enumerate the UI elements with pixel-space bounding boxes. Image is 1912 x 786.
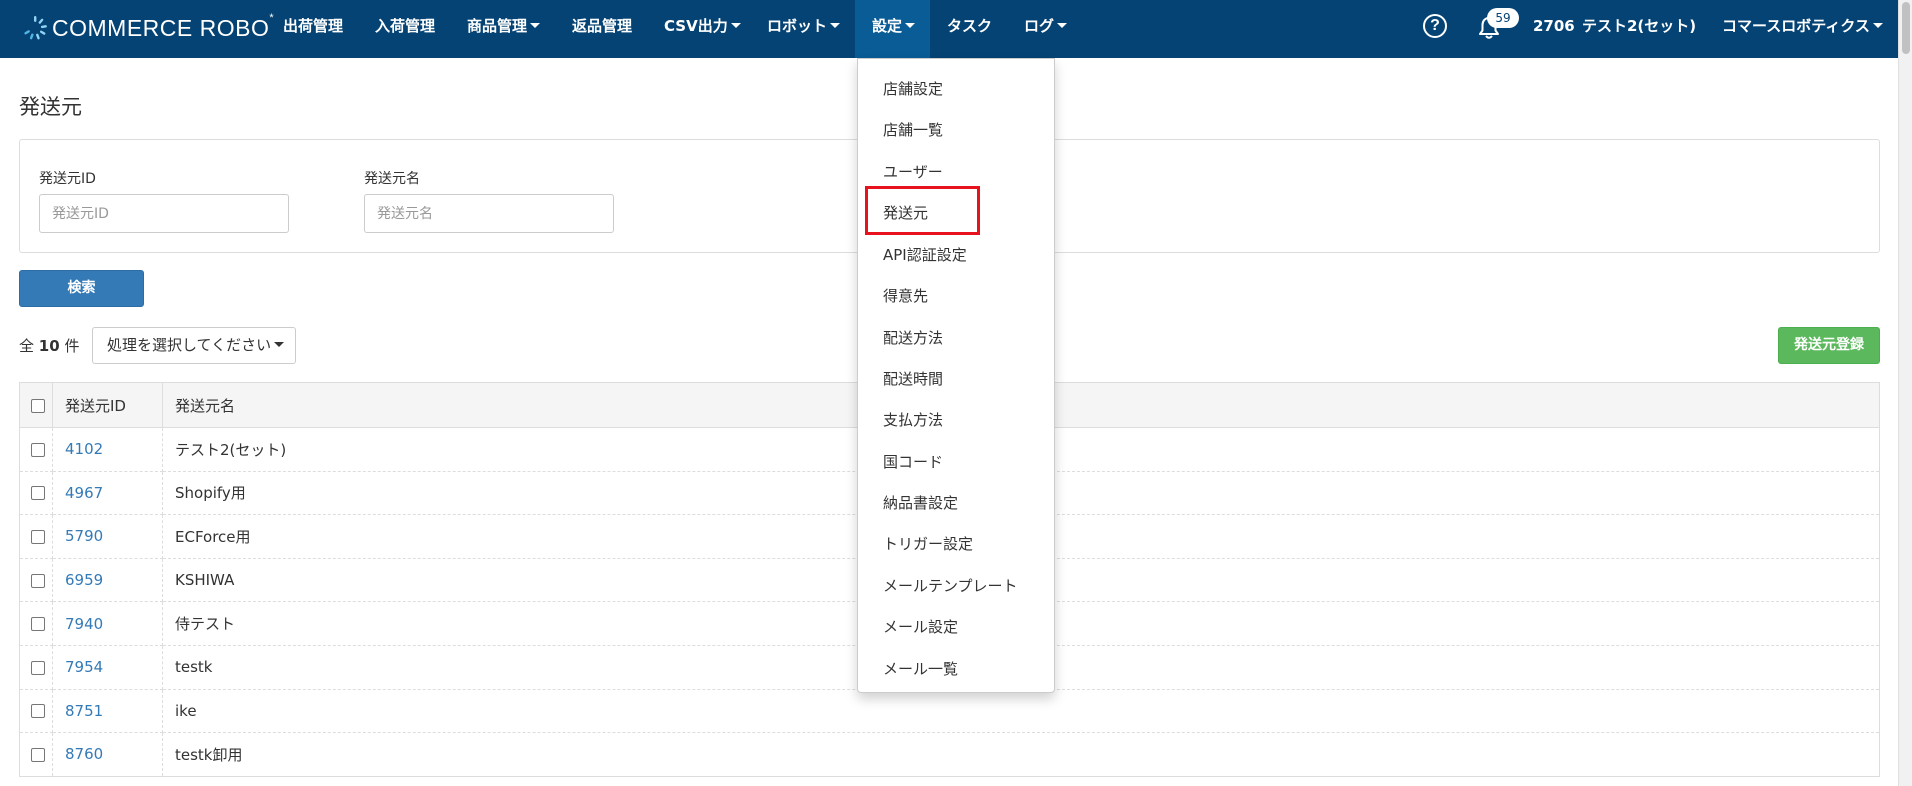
chevron-down-icon	[274, 342, 285, 347]
sender-name-label: 発送元名	[364, 171, 420, 187]
select-all-cell	[19, 382, 53, 428]
nav-shipping[interactable]: 出荷管理	[283, 0, 343, 58]
logo-text: COMMERCE ROBO*	[52, 11, 275, 41]
select-all-checkbox[interactable]	[31, 398, 45, 413]
menu-item-delivery-times[interactable]: 配送時間	[883, 368, 943, 389]
sender-id-link[interactable]: 7940	[52, 601, 163, 646]
sender-id-link[interactable]: 4967	[52, 471, 163, 516]
company-menu[interactable]: コマースロボティクス	[1722, 0, 1883, 58]
page-scrollbar[interactable]	[1898, 0, 1912, 786]
logo-spinner-icon	[24, 16, 47, 40]
sender-id-input[interactable]	[39, 194, 289, 233]
row-checkbox[interactable]	[31, 704, 45, 719]
nav-csv-export[interactable]: CSV出力	[664, 0, 741, 58]
nav-robot[interactable]: ロボット	[767, 0, 841, 58]
nav-logs[interactable]: ログ	[1024, 0, 1068, 58]
sender-id-link[interactable]: 8751	[52, 689, 163, 734]
help-icon[interactable]: ?	[1423, 14, 1447, 38]
scrollbar-thumb[interactable]	[1902, 2, 1910, 54]
menu-item-mail-list[interactable]: メール一覧	[883, 658, 958, 679]
sender-name-input[interactable]	[364, 194, 614, 233]
notification-badge: 59	[1487, 8, 1519, 28]
row-checkbox[interactable]	[31, 529, 45, 544]
menu-item-customers[interactable]: 得意先	[883, 285, 928, 306]
sender-id-label: 発送元ID	[39, 171, 96, 187]
nav-settings[interactable]: 設定	[855, 0, 930, 58]
chevron-down-icon	[1057, 23, 1068, 28]
sender-name-cell: testk卸用	[162, 732, 1880, 777]
bulk-action-select[interactable]: 処理を選択してください	[92, 327, 296, 364]
nav-receiving[interactable]: 入荷管理	[375, 0, 435, 58]
shop-name[interactable]: テスト2(セット)	[1582, 0, 1696, 58]
menu-item-shop-list[interactable]: 店舗一覧	[883, 119, 943, 140]
menu-item-users[interactable]: ユーザー	[883, 161, 943, 182]
register-sender-button[interactable]: 発送元登録	[1778, 327, 1880, 364]
row-checkbox[interactable]	[31, 573, 45, 588]
chevron-down-icon	[905, 23, 916, 28]
menu-item-payment-methods[interactable]: 支払方法	[883, 409, 943, 430]
row-checkbox[interactable]	[31, 442, 45, 457]
sender-id-link[interactable]: 4102	[52, 427, 163, 472]
chevron-down-icon	[730, 23, 741, 28]
chevron-down-icon	[530, 23, 541, 28]
row-checkbox[interactable]	[31, 617, 45, 632]
chevron-down-icon	[830, 23, 841, 28]
nav-tasks[interactable]: タスク	[947, 0, 992, 58]
page-title: 発送元	[19, 95, 82, 119]
row-checkbox[interactable]	[31, 660, 45, 675]
menu-item-mail-templates[interactable]: メールテンプレート	[883, 575, 1018, 596]
menu-item-shop-settings[interactable]: 店舗設定	[883, 78, 943, 99]
table-row: 8760 testk卸用	[19, 732, 1880, 777]
sender-id-link[interactable]: 5790	[52, 514, 163, 559]
column-header-id[interactable]: 発送元ID	[52, 382, 163, 428]
top-navbar: COMMERCE ROBO* 出荷管理 入荷管理 商品管理 返品管理 CSV出力…	[0, 0, 1898, 58]
search-button[interactable]: 検索	[19, 270, 144, 307]
brand-logo[interactable]: COMMERCE ROBO*	[22, 11, 275, 43]
menu-item-api-auth[interactable]: API認証設定	[883, 244, 967, 265]
sender-id-link[interactable]: 6959	[52, 558, 163, 603]
shop-id: 2706	[1533, 17, 1575, 35]
row-checkbox[interactable]	[31, 486, 45, 501]
row-checkbox[interactable]	[31, 747, 45, 762]
sender-name-cell: ike	[162, 689, 1880, 734]
nav-products[interactable]: 商品管理	[467, 0, 541, 58]
chevron-down-icon	[1872, 23, 1883, 28]
menu-item-mail-settings[interactable]: メール設定	[883, 616, 958, 637]
sender-id-link[interactable]: 8760	[52, 732, 163, 777]
nav-returns[interactable]: 返品管理	[572, 0, 632, 58]
sender-id-link[interactable]: 7954	[52, 645, 163, 690]
menu-item-country-codes[interactable]: 国コード	[883, 451, 943, 472]
menu-item-delivery-note[interactable]: 納品書設定	[883, 492, 958, 513]
settings-dropdown-menu: 店舗設定 店舗一覧 ユーザー 発送元 API認証設定 得意先 配送方法 配送時間…	[857, 58, 1055, 693]
table-row: 8751 ike	[19, 689, 1880, 734]
total-count: 全 10 件	[19, 337, 80, 355]
highlight-annotation	[865, 186, 980, 235]
menu-item-trigger-settings[interactable]: トリガー設定	[883, 533, 973, 554]
menu-item-delivery-methods[interactable]: 配送方法	[883, 327, 943, 348]
